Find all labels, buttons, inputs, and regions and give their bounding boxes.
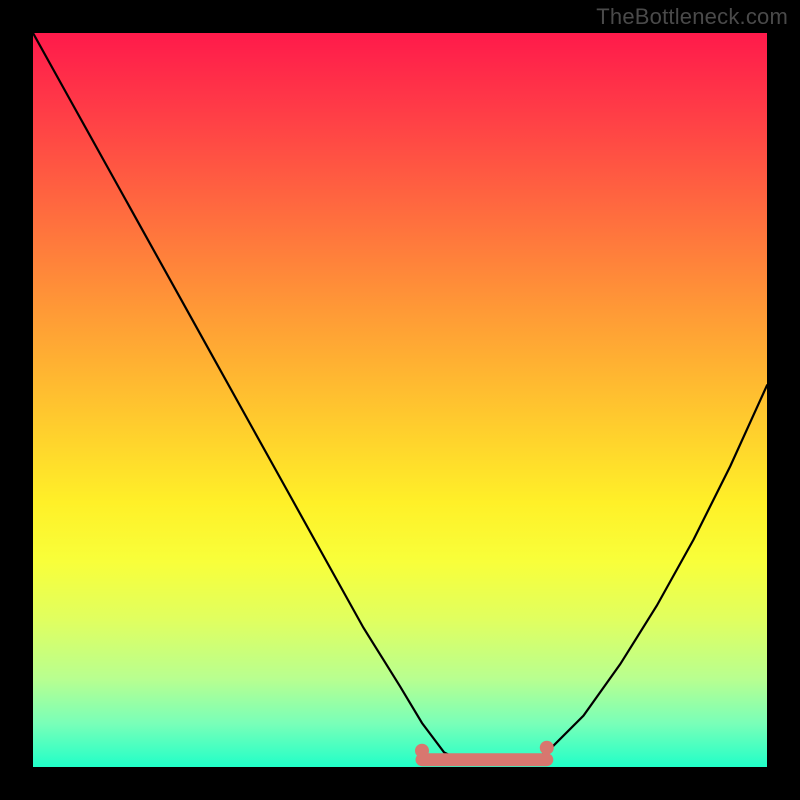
watermark-label: TheBottleneck.com bbox=[596, 4, 788, 30]
bottleneck-curve bbox=[33, 33, 767, 760]
curve-svg bbox=[33, 33, 767, 767]
chart-frame: TheBottleneck.com bbox=[0, 0, 800, 800]
floor-marker-dot bbox=[540, 741, 554, 755]
plot-area bbox=[33, 33, 767, 767]
floor-marker-dot bbox=[415, 744, 429, 758]
